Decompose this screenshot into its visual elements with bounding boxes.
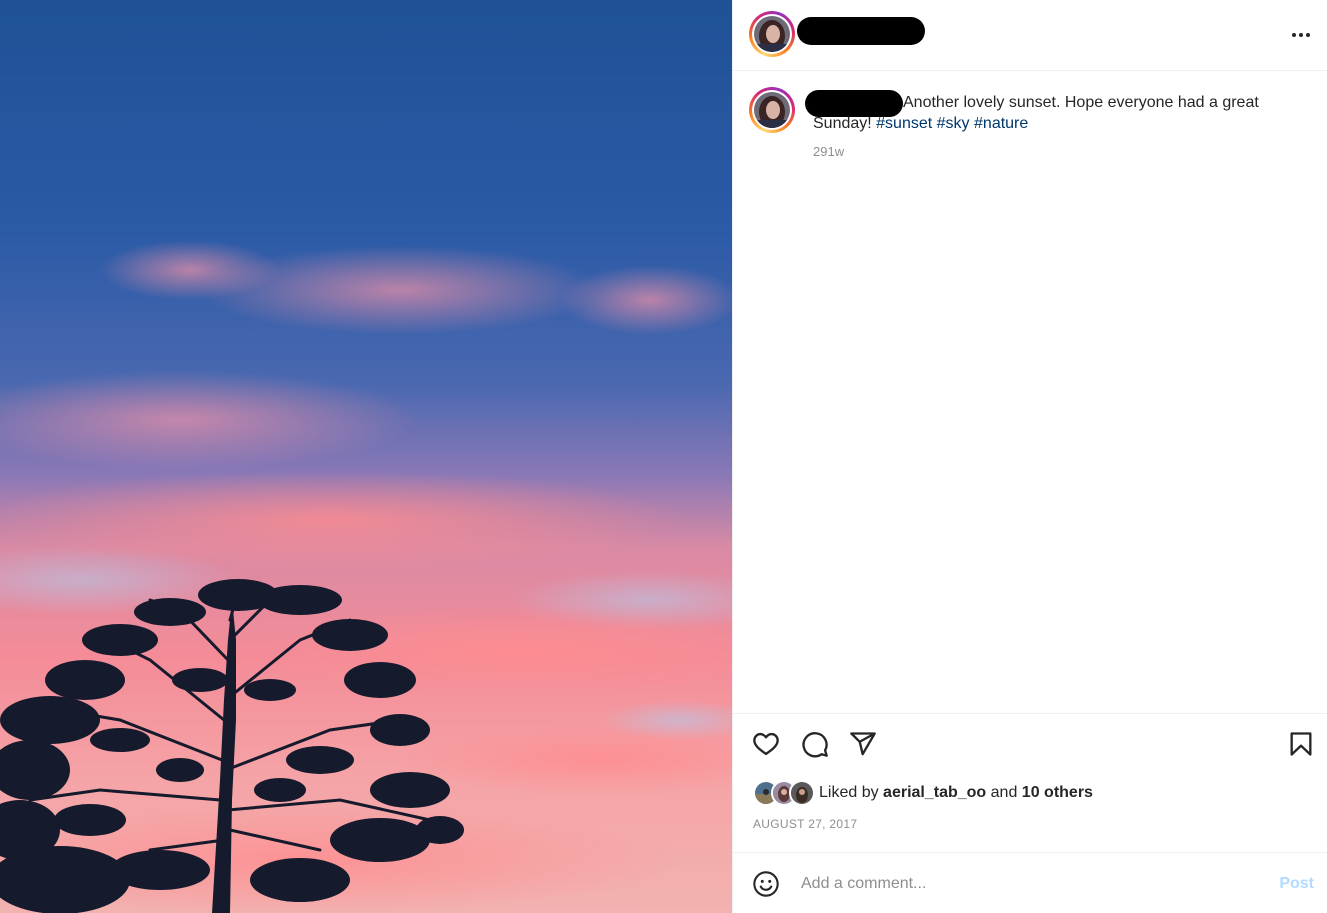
author-avatar[interactable] (749, 11, 795, 57)
share-button[interactable] (849, 730, 877, 763)
hashtag-link[interactable]: #sky (937, 115, 970, 132)
post-side-panel: Another lovely sunset. Hope everyone had… (732, 0, 1327, 913)
more-options-button[interactable] (1288, 24, 1314, 46)
emoji-icon (753, 871, 779, 897)
likes-text: Liked by aerial_tab_oo and 10 others (819, 784, 1093, 801)
post-image[interactable] (0, 0, 732, 913)
hashtag-link[interactable]: #nature (974, 115, 1028, 132)
emoji-button[interactable] (752, 870, 780, 903)
caption-author-avatar[interactable] (749, 87, 795, 133)
save-button[interactable] (1287, 730, 1315, 763)
liker-avatar (789, 780, 815, 806)
like-button[interactable] (752, 730, 780, 763)
heart-icon (753, 732, 779, 756)
post-comment-button[interactable]: Post (1279, 875, 1314, 893)
more-options-icon (1292, 33, 1296, 37)
likes-summary[interactable]: Liked by aerial_tab_oo and 10 others (753, 780, 1093, 806)
likes-others-link[interactable]: 10 others (1022, 784, 1093, 801)
liker-username-link[interactable]: aerial_tab_oo (883, 784, 986, 801)
comment-button[interactable] (801, 730, 829, 763)
share-icon (850, 732, 876, 756)
hashtag-link[interactable]: #sunset (876, 115, 932, 132)
post-caption: Another lovely sunset. Hope everyone had… (813, 92, 1293, 134)
post-date[interactable]: AUGUST 27, 2017 (753, 817, 857, 831)
redacted-username (797, 17, 925, 45)
comment-icon (802, 732, 828, 758)
comment-bar: Post (733, 852, 1327, 913)
post-header (733, 0, 1327, 71)
comment-input[interactable] (801, 871, 1231, 897)
caption-timestamp[interactable]: 291w (813, 144, 844, 159)
bookmark-icon (1290, 732, 1312, 756)
